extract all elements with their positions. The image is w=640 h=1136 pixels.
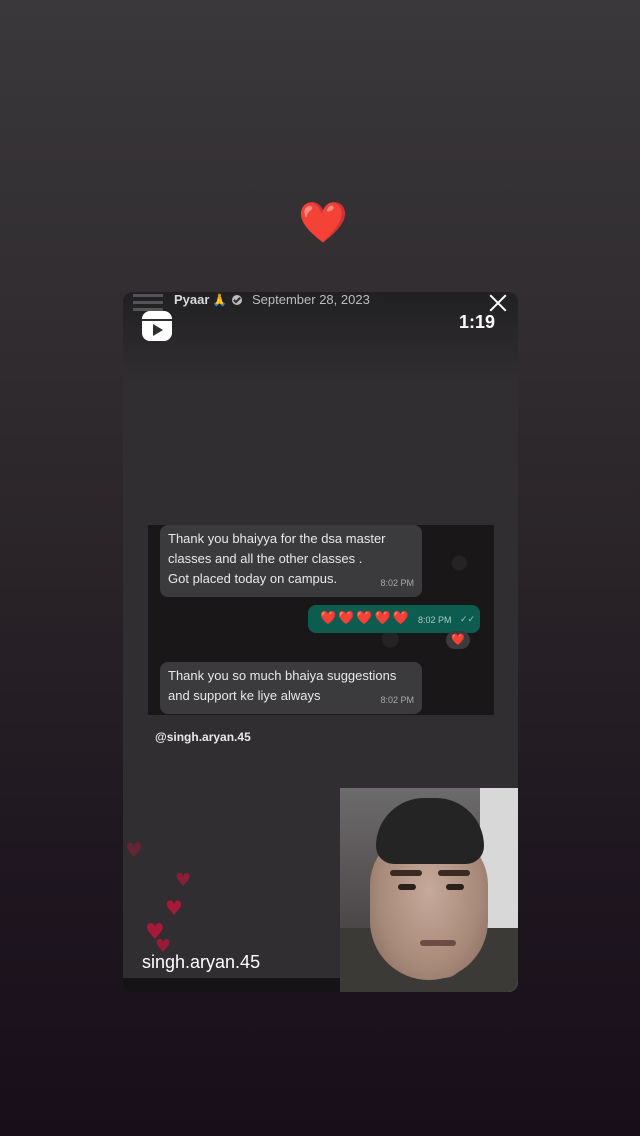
header-thumbnail (133, 294, 163, 312)
username-bar (123, 978, 340, 992)
message-text: Thank you so much bhaiya suggestions and … (168, 668, 397, 703)
mention-tag[interactable]: @singh.aryan.45 (155, 730, 251, 744)
read-ticks-icon: ✓✓ (460, 614, 476, 624)
reaction-heart-icon[interactable]: ❤️ (298, 200, 348, 246)
message-time: 8:02 PM (380, 695, 414, 705)
message-text: ❤️❤️❤️❤️❤️ (320, 611, 411, 626)
message-time: 8:02 PM (418, 615, 452, 625)
video-timer: 1:19 (459, 312, 496, 332)
verified-badge-icon (232, 295, 243, 305)
incoming-message: Thank you so much bhaiya suggestions and … (160, 662, 422, 714)
shared-reel-card[interactable]: Pyaar 🙏 September 28, 2023 1:19 Thank you… (123, 292, 518, 992)
floating-heart-icon: ♥ (125, 838, 143, 862)
message-reaction: ❤️ (446, 631, 470, 649)
pray-emoji-icon: 🙏 (212, 293, 228, 307)
message-time: 8:02 PM (380, 578, 414, 588)
reels-icon (142, 311, 172, 341)
post-date: September 28, 2023 (252, 292, 370, 307)
creator-video-feed (340, 788, 518, 992)
author-label: Pyaar (174, 292, 210, 307)
incoming-message: Thank you bhaiyya for the dsa master clas… (160, 525, 422, 597)
floating-heart-icon: ♥ (175, 870, 192, 891)
chat-screenshot: Thank you bhaiyya for the dsa master clas… (148, 525, 494, 715)
author-name[interactable]: Pyaar 🙏 (174, 292, 243, 308)
outgoing-message: ❤️❤️❤️❤️❤️ 8:02 PM ✓✓ (308, 605, 480, 633)
username-label[interactable]: singh.aryan.45 (142, 952, 260, 973)
message-text: Thank you bhaiyya for the dsa master clas… (168, 531, 386, 586)
floating-heart-icon: ♥ (165, 896, 183, 920)
